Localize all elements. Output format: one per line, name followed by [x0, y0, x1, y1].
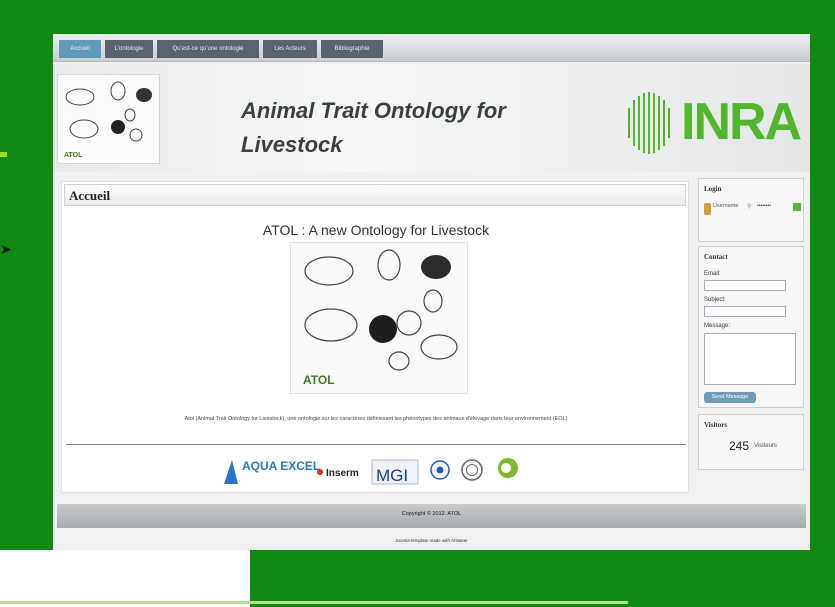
partner-logos: AQUA EXCEL Inserm MGI [222, 454, 532, 488]
slide-marker [0, 152, 7, 157]
page-header: Accueil [64, 184, 686, 206]
inra-leaf-icon [628, 92, 670, 154]
slide-bottom-green [250, 550, 835, 607]
email-label: Email: [704, 271, 721, 277]
slide-bottom-white [0, 550, 250, 607]
main-content: Accueil ATOL : A new Ontology for Livest… [61, 181, 689, 493]
inserm-logo[interactable]: Inserm [317, 468, 359, 479]
hero-animals-image: ATOL [290, 242, 468, 394]
agreenium-logo[interactable] [498, 458, 518, 478]
site-title: Animal Trait Ontology for Livestock [241, 98, 506, 157]
mgi-logo[interactable]: MGI [371, 459, 419, 485]
nav-item-quest-ce[interactable]: Qu'est-ce qu'une ontologie [157, 40, 259, 58]
aquaexcel-text: AQUA EXCEL [242, 459, 320, 473]
nav-item-bibliographie[interactable]: Bibliographie [321, 40, 383, 58]
message-label: Message: [704, 323, 731, 329]
subject-label: Subject: [704, 297, 726, 303]
inserm-text: Inserm [326, 468, 359, 479]
nav-item-acteurs[interactable]: Les Acteurs [263, 40, 317, 58]
site-footer: Copyright © 2012. ATOL [57, 504, 806, 528]
send-message-button[interactable]: Send Message [704, 392, 756, 403]
contact-title: Contact [704, 253, 728, 261]
header-image-label: ATOL [64, 152, 83, 159]
mgi-text: MGI [376, 466, 408, 485]
rgd-logo[interactable] [430, 460, 450, 480]
template-credit[interactable]: Joomla template made with Artisteer [53, 538, 810, 543]
key-icon: ⚲ [747, 204, 752, 210]
username-input[interactable]: Username [713, 203, 738, 209]
inra-logo-text: INRA [681, 93, 802, 151]
top-navigation: Accueil L'ontologie Qu'est-ce qu'une ont… [53, 34, 810, 62]
contact-box: Contact Email: Subject: Message: Send Me… [698, 246, 804, 408]
inra-logo: INRA [621, 88, 802, 158]
login-title: Login [704, 185, 722, 193]
password-input[interactable]: •••••••• [757, 203, 771, 209]
email-field[interactable] [704, 280, 786, 291]
slide-bottom-line [0, 601, 628, 604]
article-heading: ATOL : A new Ontology for Livestock [262, 222, 490, 238]
visitors-title: Visitors [704, 421, 728, 429]
website-screenshot: Accueil L'ontologie Qu'est-ce qu'une ont… [53, 34, 810, 550]
article-description: Atol (Animal Trait Ontology for Livestoc… [184, 416, 568, 422]
message-field[interactable] [704, 333, 796, 385]
header-animals-image: ATOL [57, 74, 160, 164]
content-divider [66, 444, 686, 445]
copyright-text: Copyright © 2012. ATOL [401, 511, 462, 517]
nav-item-ontologie[interactable]: L'ontologie [105, 40, 153, 58]
login-submit-button[interactable] [793, 203, 801, 211]
hero-image-label: ATOL [303, 373, 335, 387]
visitors-count: 245 [729, 439, 750, 453]
seal-logo[interactable] [461, 459, 483, 481]
visitors-unit: Visiteurs [754, 443, 777, 449]
page-title: Accueil [69, 188, 111, 203]
user-icon [704, 203, 711, 215]
visitors-box: Visitors 245 Visiteurs [698, 414, 804, 470]
aquaexcel-logo[interactable]: AQUA EXCEL [224, 459, 320, 484]
site-header: ATOL Animal Trait Ontology for Livestock… [53, 64, 810, 172]
nav-item-accueil[interactable]: Accueil [59, 40, 101, 58]
subject-field[interactable] [704, 306, 786, 317]
login-box: Login Username ⚲ •••••••• [698, 178, 804, 242]
arrow-right-icon: ➤ [0, 242, 12, 258]
